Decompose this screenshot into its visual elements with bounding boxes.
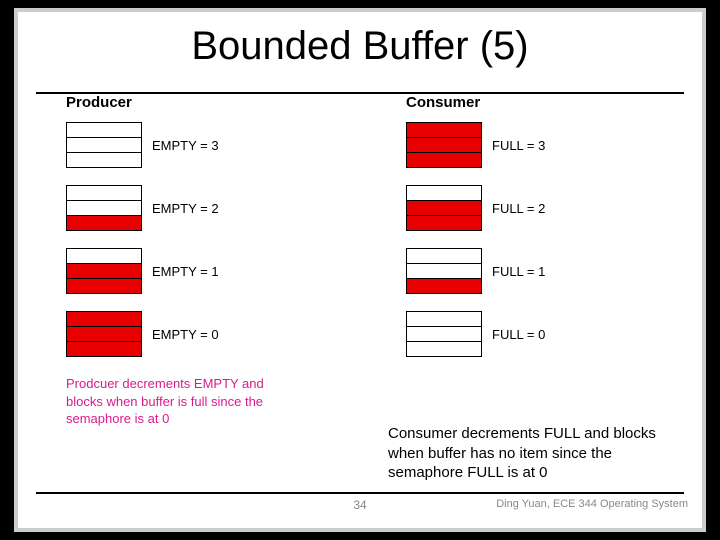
buffer-slot <box>406 311 482 327</box>
buffer-slot-full <box>66 311 142 327</box>
producer-note: Prodcuer decrements EMPTY and blocks whe… <box>66 375 276 428</box>
state-label: FULL = 0 <box>492 327 545 342</box>
buffer-slot-full <box>406 137 482 153</box>
buffer-slot <box>406 326 482 342</box>
buffer-diagram <box>66 123 142 168</box>
slide-title: Bounded Buffer (5) <box>18 24 702 69</box>
buffer-diagram <box>66 249 142 294</box>
consumer-state-3: FULL = 0 <box>406 312 656 357</box>
buffer-slot-full <box>66 215 142 231</box>
buffer-slot-full <box>406 215 482 231</box>
consumer-column: Consumer FULL = 3 FULL = 2 <box>406 94 656 375</box>
buffer-diagram <box>66 312 142 357</box>
buffer-slot <box>66 185 142 201</box>
buffer-slot-full <box>406 122 482 138</box>
producer-heading: Producer <box>66 94 316 111</box>
divider-bottom <box>36 492 684 494</box>
consumer-state-2: FULL = 1 <box>406 249 656 294</box>
page-number: 34 <box>353 498 366 512</box>
producer-column: Producer EMPTY = 3 EMPTY = 2 <box>66 94 316 428</box>
state-label: FULL = 1 <box>492 264 545 279</box>
consumer-note: Consumer decrements FULL and blocks when… <box>388 424 678 483</box>
buffer-slot <box>66 200 142 216</box>
buffer-slot-full <box>406 152 482 168</box>
footer: 34 Ding Yuan, ECE 344 Operating System <box>18 498 702 522</box>
buffer-slot-full <box>406 200 482 216</box>
state-label: EMPTY = 0 <box>152 327 219 342</box>
producer-state-3: EMPTY = 0 <box>66 312 316 357</box>
buffer-diagram <box>406 186 482 231</box>
buffer-slot <box>66 137 142 153</box>
consumer-state-0: FULL = 3 <box>406 123 656 168</box>
buffer-diagram <box>406 249 482 294</box>
buffer-slot-full <box>66 263 142 279</box>
buffer-slot-full <box>66 278 142 294</box>
buffer-diagram <box>406 123 482 168</box>
state-label: FULL = 2 <box>492 201 545 216</box>
buffer-slot-full <box>406 278 482 294</box>
consumer-heading: Consumer <box>406 94 656 111</box>
buffer-slot <box>406 341 482 357</box>
consumer-state-1: FULL = 2 <box>406 186 656 231</box>
buffer-slot <box>406 185 482 201</box>
producer-state-0: EMPTY = 3 <box>66 123 316 168</box>
slide: Bounded Buffer (5) Producer EMPTY = 3 EM <box>14 8 706 532</box>
footer-credit: Ding Yuan, ECE 344 Operating System <box>496 498 688 510</box>
producer-state-2: EMPTY = 1 <box>66 249 316 294</box>
buffer-slot <box>66 152 142 168</box>
buffer-slot <box>66 122 142 138</box>
buffer-diagram <box>406 312 482 357</box>
buffer-diagram <box>66 186 142 231</box>
producer-state-1: EMPTY = 2 <box>66 186 316 231</box>
buffer-slot <box>66 248 142 264</box>
buffer-slot <box>406 263 482 279</box>
content-area: Producer EMPTY = 3 EMPTY = 2 <box>18 94 702 468</box>
state-label: EMPTY = 3 <box>152 138 219 153</box>
state-label: FULL = 3 <box>492 138 545 153</box>
buffer-slot-full <box>66 326 142 342</box>
buffer-slot <box>406 248 482 264</box>
state-label: EMPTY = 1 <box>152 264 219 279</box>
buffer-slot-full <box>66 341 142 357</box>
state-label: EMPTY = 2 <box>152 201 219 216</box>
